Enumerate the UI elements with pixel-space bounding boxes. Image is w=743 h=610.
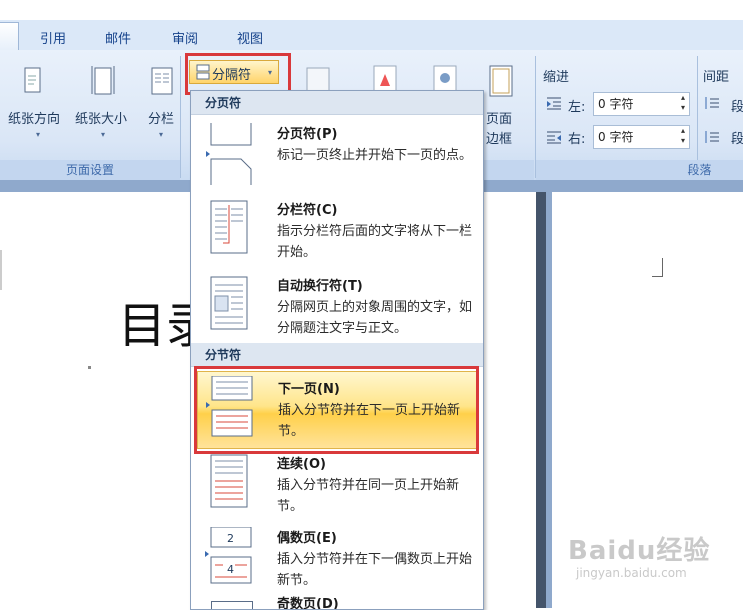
next-page-highlight-box: [194, 366, 479, 454]
menu-item-page-break[interactable]: 分页符(P) 标记一页终止并开始下一页的点。: [191, 117, 483, 191]
group-label-filler: [482, 160, 534, 180]
title-strip: [0, 0, 743, 20]
svg-text:2: 2: [227, 532, 234, 545]
spacing-before-label: 段: [731, 100, 743, 115]
indent-header: 缩进: [543, 70, 570, 85]
menu-item-title: 偶数页(E): [277, 531, 337, 546]
page-size-button[interactable]: 纸张大小: [75, 108, 127, 127]
page-break-icon: [205, 123, 257, 185]
column-break-icon: [209, 199, 251, 255]
page-corner-mark: [652, 258, 663, 277]
menu-item-continuous[interactable]: 连续(O) 插入分节符并在同一页上开始新节。: [191, 449, 483, 525]
page-size-icon: [90, 64, 116, 96]
page-borders-icon: [488, 64, 516, 98]
menu-item-even-page[interactable]: 24 偶数页(E) 插入分节符并在下一偶数页上开始新节。: [191, 525, 483, 595]
paragraph-group-label: 段落: [536, 160, 743, 180]
breaks-dropdown-menu: 分页符 分页符(P) 标记一页终止并开始下一页的点。 分栏符(C) 指示分栏符后…: [190, 90, 484, 610]
page-margin-mark: [0, 250, 2, 290]
indent-right-icon: [545, 130, 563, 144]
menu-item-column-break[interactable]: 分栏符(C) 指示分栏符后面的文字将从下一栏开始。: [191, 193, 483, 267]
spacing-after-icon: [704, 130, 720, 144]
menu-item-title: 连续(O): [277, 457, 326, 472]
page-borders-label-2[interactable]: 边框: [486, 128, 512, 147]
continuous-icon: [209, 453, 251, 509]
section-header-section-breaks: 分节符: [191, 343, 483, 367]
document-heading[interactable]: 目录: [118, 286, 190, 356]
columns-button[interactable]: 分栏: [148, 108, 174, 127]
watermark-brand: Baidu经验: [568, 536, 711, 566]
spacing-before-icon: [704, 96, 720, 110]
menu-item-desc: 插入分节符并在同一页上开始新节。: [277, 478, 460, 514]
page-size-dropdown-icon: ▾: [101, 130, 106, 139]
spinner-arrows-icon[interactable]: ▴ ▾: [681, 126, 685, 146]
indent-right-label: 右:: [568, 132, 586, 147]
orientation-icon: [22, 66, 44, 96]
group-separator: [180, 56, 181, 178]
indent-left-input[interactable]: 0 字符 ▴ ▾: [593, 92, 690, 116]
columns-icon: [150, 66, 174, 96]
columns-dropdown-icon: ▾: [159, 130, 164, 139]
orientation-button[interactable]: 纸张方向: [8, 108, 60, 127]
watermark-url: jingyan.baidu.com: [576, 566, 687, 580]
menu-item-desc: 标记一页终止并开始下一页的点。: [277, 148, 473, 163]
menu-item-title: 分页符(P): [277, 127, 338, 142]
indent-right-input[interactable]: 0 字符 ▴ ▾: [593, 125, 690, 149]
even-page-icon: 24: [205, 526, 257, 585]
tab-references[interactable]: 引用: [40, 28, 66, 47]
menu-item-desc: 分隔网页上的对象周围的文字，如分隔题注文字与正文。: [277, 300, 473, 336]
menu-item-title: 奇数页(D): [277, 597, 339, 609]
svg-text:4: 4: [227, 563, 234, 576]
indent-left-icon: [545, 96, 563, 110]
tab-view[interactable]: 视图: [237, 28, 263, 47]
indent-left-value: 0 字符: [598, 97, 634, 111]
indent-left-label: 左:: [568, 100, 586, 115]
page-setup-group-label: 页面设置: [0, 160, 180, 180]
spacing-header: 间距: [703, 70, 730, 85]
orientation-dropdown-icon: ▾: [36, 130, 41, 139]
text-wrapping-icon: [209, 275, 251, 331]
text-cursor-mark: [88, 366, 91, 369]
tab-review[interactable]: 审阅: [172, 28, 198, 47]
menu-item-odd-page[interactable]: 奇数页(D): [191, 595, 483, 609]
spinner-arrows-icon[interactable]: ▴ ▾: [681, 93, 685, 113]
indent-right-value: 0 字符: [598, 130, 634, 144]
menu-item-desc: 插入分节符并在下一偶数页上开始新节。: [277, 552, 473, 588]
menu-item-text-wrapping[interactable]: 自动换行符(T) 分隔网页上的对象周围的文字，如分隔题注文字与正文。: [191, 269, 483, 345]
paragraph-group-text: 段落: [687, 163, 712, 177]
breaks-highlight-box: [185, 53, 291, 95]
menu-item-title: 分栏符(C): [277, 203, 338, 218]
spacing-after-label: 段: [731, 132, 743, 147]
tab-page-layout-active[interactable]: [0, 22, 19, 53]
tab-mailings[interactable]: 邮件: [105, 28, 131, 47]
section-header-page-breaks: 分页符: [191, 91, 483, 115]
menu-item-desc: 指示分栏符后面的文字将从下一栏开始。: [277, 224, 473, 260]
menu-item-title: 自动换行符(T): [277, 279, 363, 294]
page-borders-label-1[interactable]: 页面: [486, 108, 512, 127]
page-shadow: [536, 192, 546, 608]
